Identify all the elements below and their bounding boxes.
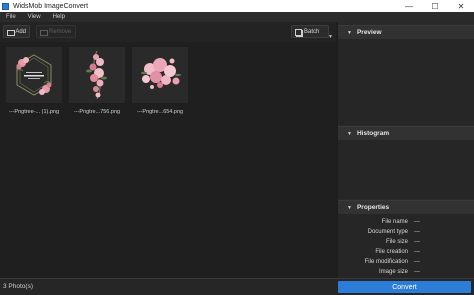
property-label: Image size — [378, 269, 408, 275]
flower-garland-image — [69, 47, 125, 103]
preview-header[interactable]: ▼ Preview — [338, 25, 474, 39]
properties-header[interactable]: ▼ Properties — [338, 200, 474, 214]
properties-title: Properties — [356, 204, 390, 211]
property-row: File name --- — [338, 219, 474, 228]
remove-image-icon — [40, 29, 48, 36]
properties-list: File name --- Document type --- File siz… — [338, 214, 474, 278]
thumbnail-caption: ---Pngtre...654.png — [136, 109, 184, 115]
thumbnail-caption: ---Pngtre...756.png — [73, 109, 121, 115]
add-button[interactable]: Add — [3, 25, 30, 38]
window-controls: — ☐ ✕ — [396, 0, 474, 12]
menu-bar: File View Help — [0, 12, 474, 22]
menu-view[interactable]: View — [22, 14, 47, 20]
chevron-down-icon: ▼ — [347, 204, 352, 211]
histogram-header[interactable]: ▼ Histogram — [338, 126, 474, 140]
histogram-area — [338, 140, 474, 199]
thumbnail-caption: ---Pngtree-... (1).png — [8, 109, 60, 115]
preview-area — [338, 39, 474, 125]
add-button-label: Add — [15, 28, 26, 35]
menu-file[interactable]: File — [0, 14, 22, 20]
property-label: Document type — [367, 229, 408, 235]
chevron-down-icon: ▼ — [347, 29, 352, 36]
app-logo-icon — [2, 2, 9, 10]
property-label: File size — [385, 239, 408, 245]
preview-title: Preview — [356, 29, 382, 36]
minimize-button[interactable]: — — [396, 0, 422, 12]
chevron-down-icon: ▼ — [347, 130, 352, 137]
property-label: File modification — [364, 259, 408, 265]
convert-button[interactable]: Convert — [338, 281, 471, 293]
info-panel: ▼ Preview ▼ Histogram ▼ Properties File … — [338, 22, 474, 278]
property-row: File creation --- — [338, 249, 474, 258]
menu-help[interactable]: Help — [47, 14, 71, 20]
property-row: File modification --- — [338, 259, 474, 268]
add-image-icon — [7, 29, 16, 36]
remove-button[interactable]: Remove — [36, 25, 76, 38]
property-value: --- — [414, 269, 420, 275]
thumbnail-item[interactable]: ---Pngtre...654.png — [132, 47, 188, 119]
batch-button[interactable]: Batch ▼ — [291, 25, 333, 40]
property-value: --- — [414, 239, 420, 245]
thumbnail-grid: ---Pngtree-... (1).png ---Pngtre...756.p… — [0, 42, 336, 278]
property-label: File name — [381, 219, 408, 225]
histogram-title: Histogram — [356, 130, 390, 137]
window-title: WidsMob ImageConvert — [13, 2, 89, 10]
close-button[interactable]: ✕ — [448, 0, 474, 12]
batch-button-label: Batch — [304, 28, 320, 35]
thumbnail-item[interactable]: ---Pngtre...756.png — [69, 47, 125, 119]
property-row: File size --- — [338, 239, 474, 248]
flower-bouquet-image — [132, 47, 188, 103]
maximize-button[interactable]: ☐ — [422, 0, 448, 12]
toolbar: Add Remove Batch ▼ — [0, 22, 336, 42]
photo-count: 3 Photo(s) — [3, 283, 33, 290]
property-value: --- — [414, 219, 420, 225]
chevron-down-icon: ▼ — [328, 34, 333, 40]
status-bar: 3 Photo(s) Convert — [0, 278, 474, 295]
property-row: Document type --- — [338, 229, 474, 238]
property-value: --- — [414, 229, 420, 235]
title-bar: WidsMob ImageConvert — ☐ ✕ — [0, 0, 474, 12]
thumbnail-item[interactable]: ---Pngtree-... (1).png — [6, 47, 62, 119]
property-value: --- — [414, 259, 420, 265]
remove-button-label: Remove — [49, 28, 72, 35]
batch-icon — [295, 28, 302, 36]
property-label: File creation — [375, 249, 408, 255]
floral-frame-image — [6, 47, 62, 103]
property-value: --- — [414, 249, 420, 255]
property-row: Image size --- — [338, 269, 474, 278]
